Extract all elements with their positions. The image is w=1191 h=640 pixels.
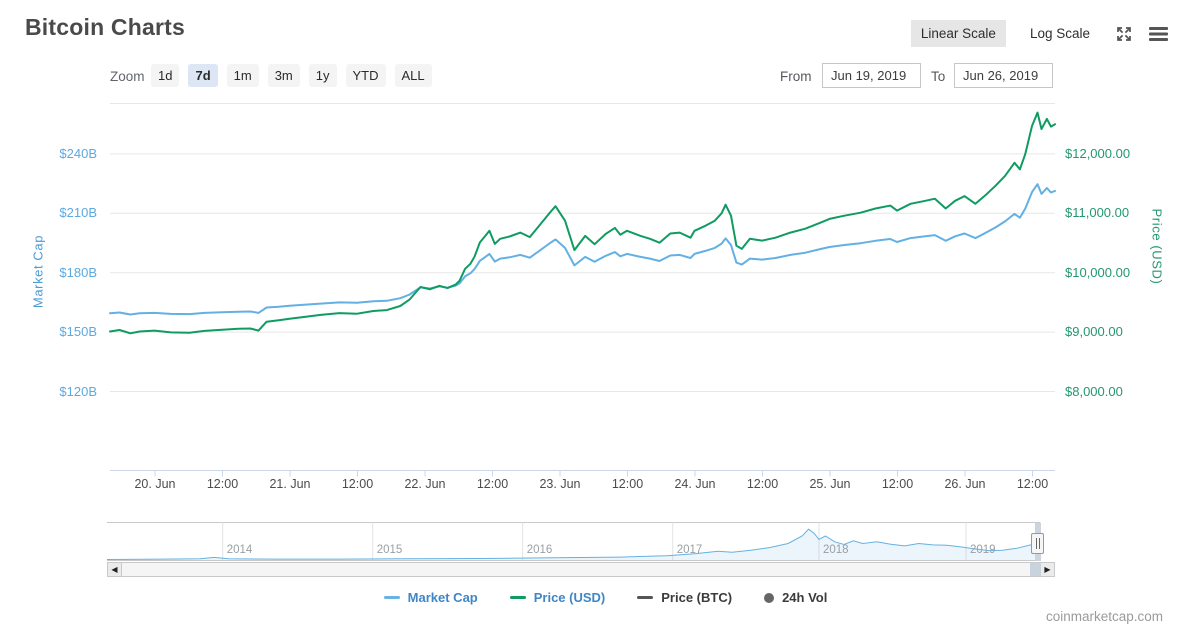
series-line-price-usd-[interactable] <box>109 111 1056 335</box>
watermark: coinmarketcap.com <box>1045 609 1163 624</box>
scrollbar-track[interactable] <box>107 562 1055 577</box>
right-axis-tick: $9,000.00 <box>1065 324 1123 340</box>
legend-item-market-cap[interactable]: Market Cap <box>383 590 478 605</box>
left-axis-tick: $210B <box>59 205 97 221</box>
right-axis-tick: $12,000.00 <box>1065 145 1131 161</box>
right-axis-tick: $8,000.00 <box>1065 383 1123 399</box>
market-cap-swatch <box>383 596 400 599</box>
navigator-year-label: 2014 <box>226 544 253 556</box>
navigator-year-label: 2016 <box>526 544 553 556</box>
navigator-year-label: 2015 <box>376 544 403 556</box>
legend-label: Price (BTC) <box>661 590 733 605</box>
chart-legend: Market Cap Price (USD) Price (BTC) 24h V… <box>10 590 1191 605</box>
x-axis-label: 12:00 <box>1016 477 1049 491</box>
price-btc-swatch <box>637 596 654 599</box>
legend-label: Price (USD) <box>533 590 606 605</box>
scrollbar-thumb[interactable] <box>1030 563 1041 576</box>
right-axis-tick: $11,000.00 <box>1065 205 1130 221</box>
scrollbar-left-arrow[interactable]: ◀ <box>107 562 122 577</box>
left-axis-tick: $180B <box>59 264 97 280</box>
chart-canvas <box>106 103 1056 561</box>
navigator-year-label: 2019 <box>970 544 996 556</box>
navigator-handle[interactable] <box>1031 533 1044 554</box>
bitcoin-charts-page: Bitcoin Charts Linear Scale Log Scale Zo… <box>0 0 1191 640</box>
navigator-year-label: 2017 <box>676 544 703 556</box>
volume-swatch <box>764 592 775 603</box>
legend-label: 24h Vol <box>782 590 828 605</box>
legend-item-price-usd[interactable]: Price (USD) <box>509 590 606 605</box>
legend-item-price-btc[interactable]: Price (BTC) <box>637 590 732 605</box>
legend-label: Market Cap <box>407 590 478 605</box>
price-usd-swatch <box>509 596 526 599</box>
left-axis-tick: $240B <box>59 145 97 161</box>
scrollbar-right-arrow[interactable]: ▶ <box>1040 562 1055 577</box>
navigator-year-label: 2018 <box>823 544 849 556</box>
legend-item-24h-vol[interactable]: 24h Vol <box>764 590 827 605</box>
left-axis-tick: $120B <box>59 383 97 399</box>
right-axis-title: Price (USD) <box>1149 208 1165 285</box>
right-axis-tick: $10,000.00 <box>1065 264 1131 280</box>
left-axis-tick: $150B <box>59 324 97 340</box>
